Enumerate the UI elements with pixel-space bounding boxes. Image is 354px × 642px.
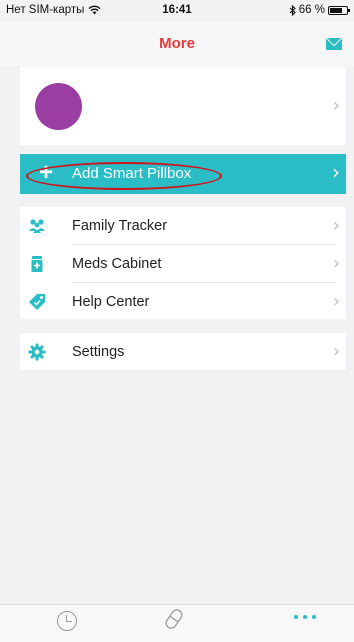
bluetooth-icon xyxy=(289,4,296,16)
pill-icon[interactable] xyxy=(165,608,183,630)
settings-card: Settings › xyxy=(20,333,346,370)
chevron-right-icon: › xyxy=(332,95,340,116)
menu-item-help-center[interactable]: Help Center › xyxy=(20,283,346,320)
dot xyxy=(312,615,316,619)
chevron-right-icon: › xyxy=(332,341,340,362)
status-bar: Нет SIM-карты 16:41 66 % xyxy=(0,0,354,22)
menu-item-family-tracker[interactable]: Family Tracker › xyxy=(20,207,346,244)
battery-percent: 66 % xyxy=(298,4,325,16)
avatar xyxy=(35,83,82,130)
add-smart-pillbox-label: Add Smart Pillbox xyxy=(72,165,192,182)
tab-bar xyxy=(0,604,354,642)
add-smart-pillbox-button[interactable]: + Add Smart Pillbox › xyxy=(20,154,346,194)
dot xyxy=(294,615,298,619)
gear-icon xyxy=(28,343,46,361)
plus-icon: + xyxy=(39,159,54,186)
mail-icon[interactable] xyxy=(326,38,342,50)
family-icon xyxy=(29,219,45,233)
chevron-right-icon: › xyxy=(332,160,340,184)
menu-item-meds-cabinet[interactable]: Meds Cabinet › xyxy=(20,245,346,282)
menu-item-label: Meds Cabinet xyxy=(72,256,162,272)
nav-bar: More xyxy=(0,22,354,66)
status-right: 66 % xyxy=(289,4,350,16)
more-dots-icon[interactable] xyxy=(294,615,316,619)
profile-card[interactable]: › xyxy=(20,67,346,145)
menu-item-label: Family Tracker xyxy=(72,218,168,234)
chevron-right-icon: › xyxy=(332,215,340,236)
menu-item-label: Help Center xyxy=(72,294,150,310)
clock-icon[interactable] xyxy=(57,611,77,631)
chevron-right-icon: › xyxy=(332,253,340,274)
menu-card: Family Tracker › Meds Cabinet › Help Cen… xyxy=(20,207,346,319)
page-title: More xyxy=(159,35,195,52)
meds-cabinet-icon xyxy=(31,256,43,272)
battery-icon xyxy=(328,5,350,15)
help-tag-icon xyxy=(29,294,45,310)
dot xyxy=(303,615,307,619)
settings-label: Settings xyxy=(72,344,125,360)
chevron-right-icon: › xyxy=(332,291,340,312)
menu-item-settings[interactable]: Settings › xyxy=(20,333,346,370)
